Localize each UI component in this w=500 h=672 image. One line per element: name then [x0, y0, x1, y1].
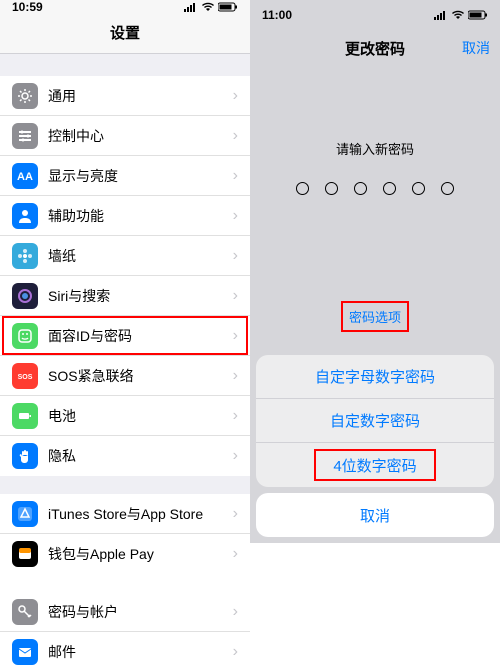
- chevron-right-icon: ›: [233, 127, 238, 145]
- row-label: 显示与亮度: [48, 166, 233, 186]
- passcode-options-label: 密码选项: [349, 310, 401, 325]
- chevron-right-icon: ›: [233, 407, 238, 425]
- status-bar: 10:59: [0, 0, 250, 14]
- settings-row[interactable]: 隐私›: [0, 436, 250, 476]
- row-label: 控制中心: [48, 126, 233, 146]
- nav-title: 设置: [110, 25, 140, 42]
- wifi-icon: [201, 2, 215, 12]
- chevron-right-icon: ›: [233, 505, 238, 523]
- row-label: 辅助功能: [48, 206, 233, 226]
- sheet-option[interactable]: 4位数字密码: [256, 443, 494, 487]
- signal-icon: [434, 10, 448, 20]
- row-label: 钱包与Apple Pay: [48, 544, 233, 564]
- row-label: 面容ID与密码: [48, 326, 233, 346]
- sliders-icon: [12, 123, 38, 149]
- chevron-right-icon: ›: [233, 603, 238, 621]
- passcode-dot: [325, 182, 338, 195]
- chevron-right-icon: ›: [233, 287, 238, 305]
- settings-row[interactable]: iTunes Store与App Store›: [0, 494, 250, 534]
- nav-title: 更改密码: [345, 41, 405, 58]
- person-icon: [12, 203, 38, 229]
- settings-row[interactable]: 邮件›: [0, 632, 250, 672]
- passcode-prompt: 请输入新密码: [336, 139, 414, 158]
- passcode-dot: [383, 182, 396, 195]
- settings-row[interactable]: 面容ID与密码›: [0, 316, 250, 356]
- settings-row[interactable]: 电池›: [0, 396, 250, 436]
- wallet-icon: [12, 541, 38, 567]
- action-sheet-cancel[interactable]: 取消: [256, 493, 494, 537]
- settings-row[interactable]: 辅助功能›: [0, 196, 250, 236]
- row-label: SOS紧急联络: [48, 366, 233, 386]
- cancel-button[interactable]: 取消: [462, 38, 490, 58]
- row-label: 电池: [48, 406, 233, 426]
- passcode-dot: [412, 182, 425, 195]
- settings-list: 通用›控制中心›AA显示与亮度›辅助功能›墙纸›Siri与搜索›面容ID与密码›…: [0, 54, 250, 672]
- chevron-right-icon: ›: [233, 545, 238, 563]
- siri-icon: [12, 283, 38, 309]
- chevron-right-icon: ›: [233, 447, 238, 465]
- battery-icon: [468, 10, 488, 20]
- chevron-right-icon: ›: [233, 167, 238, 185]
- passcode-dot: [354, 182, 367, 195]
- passcode-screen: 11:00 更改密码 取消 请输入新密码 密码选项 自定字母: [250, 0, 500, 543]
- chevron-right-icon: ›: [233, 643, 238, 661]
- settings-row[interactable]: 控制中心›: [0, 116, 250, 156]
- face-icon: [12, 323, 38, 349]
- settings-row[interactable]: 钱包与Apple Pay›: [0, 534, 250, 574]
- battery-icon: [12, 403, 38, 429]
- action-sheet: 自定字母数字密码自定数字密码4位数字密码: [256, 355, 494, 487]
- row-label: Siri与搜索: [48, 286, 233, 306]
- passcode-dot: [441, 182, 454, 195]
- chevron-right-icon: ›: [233, 207, 238, 225]
- chevron-right-icon: ›: [233, 247, 238, 265]
- settings-row[interactable]: 密码与帐户›: [0, 592, 250, 632]
- row-label: 隐私: [48, 446, 233, 466]
- row-label: 邮件: [48, 642, 233, 662]
- settings-screen: 10:59 设置 通用›控制中心›AA显示与亮度›辅助功能›墙纸›Siri与搜索…: [0, 0, 250, 543]
- sheet-option[interactable]: 自定字母数字密码: [256, 355, 494, 399]
- status-time: 10:59: [12, 0, 43, 14]
- mail-icon: [12, 639, 38, 665]
- nav-header: 更改密码 取消: [250, 30, 500, 69]
- chevron-right-icon: ›: [233, 87, 238, 105]
- settings-row[interactable]: 通用›: [0, 76, 250, 116]
- settings-row[interactable]: SOS SOS紧急联络›: [0, 356, 250, 396]
- gear-icon: [12, 83, 38, 109]
- passcode-dots: [296, 182, 454, 195]
- sos-icon: SOS: [12, 363, 38, 389]
- chevron-right-icon: ›: [233, 367, 238, 385]
- passcode-dot: [296, 182, 309, 195]
- row-label: 通用: [48, 86, 233, 106]
- status-time: 11:00: [262, 8, 292, 22]
- status-icons: [184, 2, 238, 12]
- passcode-body: 请输入新密码 密码选项 自定字母数字密码自定数字密码4位数字密码 取消: [250, 69, 500, 543]
- row-label: iTunes Store与App Store: [48, 504, 233, 524]
- battery-icon: [218, 2, 238, 12]
- key-icon: [12, 599, 38, 625]
- nav-header: 设置: [0, 14, 250, 54]
- row-label: 密码与帐户: [48, 602, 233, 622]
- settings-row[interactable]: AA 显示与亮度›: [0, 156, 250, 196]
- settings-row[interactable]: Siri与搜索›: [0, 276, 250, 316]
- appstore-icon: [12, 501, 38, 527]
- status-icons: [434, 10, 488, 20]
- sheet-option[interactable]: 自定数字密码: [256, 399, 494, 443]
- flower-icon: [12, 243, 38, 269]
- chevron-right-icon: ›: [233, 327, 238, 345]
- settings-row[interactable]: 墙纸›: [0, 236, 250, 276]
- hand-icon: [12, 443, 38, 469]
- wifi-icon: [451, 10, 465, 20]
- svg-text:AA: AA: [17, 171, 33, 183]
- passcode-options-link[interactable]: 密码选项: [345, 305, 405, 328]
- svg-text:SOS: SOS: [18, 374, 33, 381]
- passcode-area: 请输入新密码 密码选项: [250, 69, 500, 355]
- signal-icon: [184, 2, 198, 12]
- row-label: 墙纸: [48, 246, 233, 266]
- aa-icon: AA: [12, 163, 38, 189]
- status-bar: 11:00: [250, 0, 500, 30]
